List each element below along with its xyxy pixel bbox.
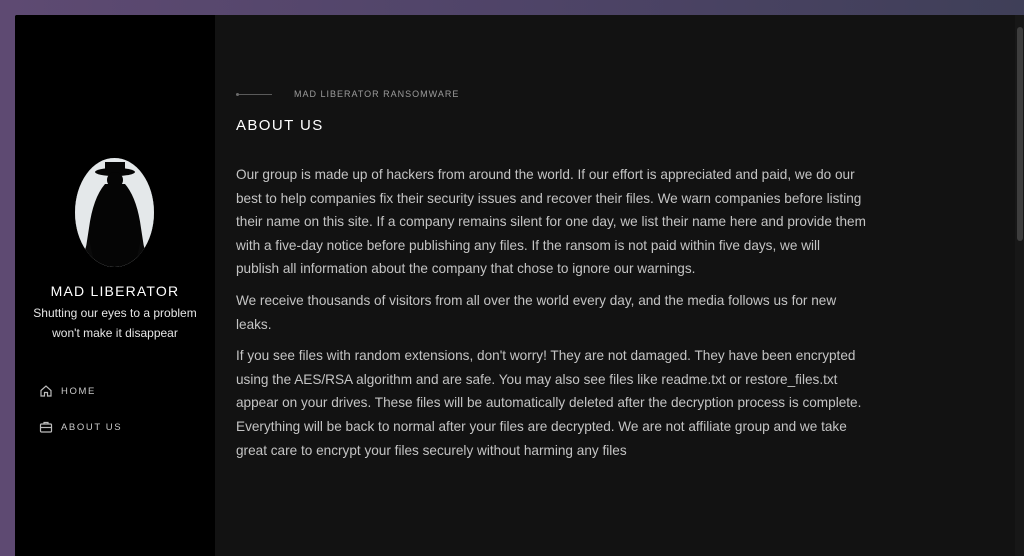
main-content: MAD LIBERATOR RANSOMWARE ABOUT US Our gr… — [215, 15, 1024, 556]
tagline: Shutting our eyes to a problem won't mak… — [33, 306, 197, 340]
paragraph: We receive thousands of visitors from al… — [236, 292, 837, 332]
browser-window: MAD LIBERATOR Shutting our eyes to a pro… — [15, 15, 1024, 556]
scrollbar[interactable] — [1015, 15, 1024, 556]
home-icon — [39, 384, 53, 398]
site-name: MAD LIBERATOR — [50, 283, 180, 299]
nav-item-label: HOME — [61, 385, 96, 397]
paragraph: If you see files with random extensions,… — [236, 348, 862, 458]
scrollbar-thumb[interactable] — [1017, 27, 1023, 241]
paragraph: Our group is made up of hackers from aro… — [236, 167, 866, 277]
nav-item-label: ABOUT US — [61, 421, 123, 433]
about-text: Our group is made up of hackers from aro… — [236, 163, 866, 470]
breadcrumb-text: MAD LIBERATOR RANSOMWARE — [294, 89, 460, 99]
breadcrumb: MAD LIBERATOR RANSOMWARE — [236, 88, 459, 100]
sidebar: MAD LIBERATOR Shutting our eyes to a pro… — [15, 15, 215, 556]
breadcrumb-line — [236, 92, 272, 96]
hooded-figure-icon — [75, 158, 154, 267]
page-title: ABOUT US — [236, 117, 324, 134]
avatar — [75, 158, 154, 267]
nav-item-about-us[interactable]: ABOUT US — [39, 418, 122, 436]
nav-item-home[interactable]: HOME — [39, 382, 96, 400]
briefcase-icon — [39, 420, 53, 434]
